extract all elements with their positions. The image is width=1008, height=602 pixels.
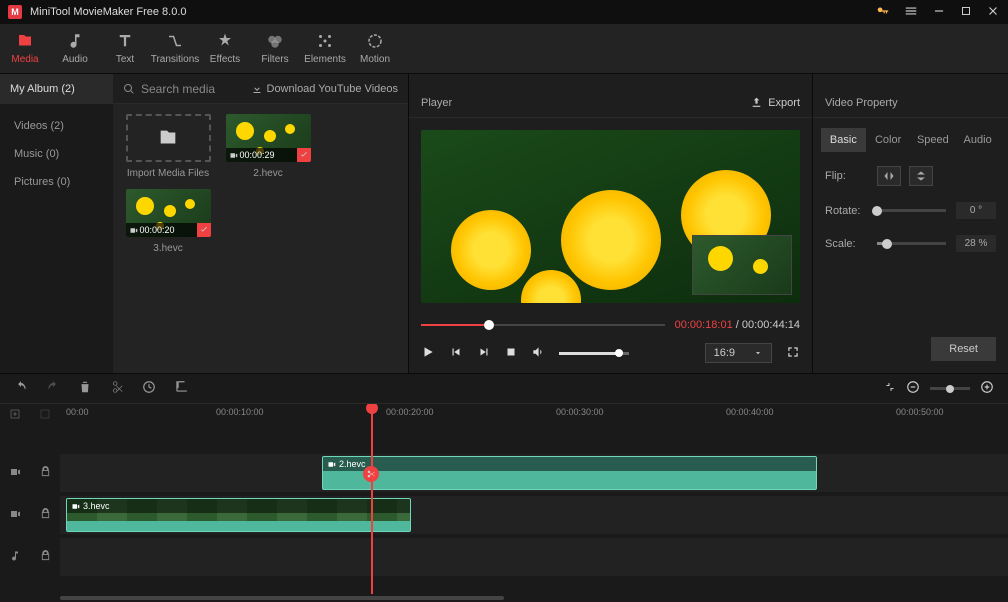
video-icon: [129, 226, 138, 235]
app-logo: M: [8, 5, 22, 19]
video-track-icon: [9, 466, 21, 481]
fit-to-screen-icon[interactable]: [884, 381, 896, 396]
zoom-in-button[interactable]: [980, 380, 994, 397]
video-track-icon: [9, 508, 21, 523]
export-button[interactable]: Export: [750, 96, 800, 109]
prev-frame-button[interactable]: [449, 345, 463, 362]
flip-label: Flip:: [825, 170, 867, 182]
license-key-icon[interactable]: [876, 4, 890, 21]
track-row[interactable]: [60, 538, 1008, 576]
download-icon: [251, 83, 263, 95]
play-button[interactable]: [421, 345, 435, 362]
maximize-icon[interactable]: [960, 5, 972, 20]
picture-in-picture: [692, 235, 792, 295]
sidebar-item-music[interactable]: Music (0): [0, 140, 113, 168]
lock-button[interactable]: [40, 508, 51, 522]
fullscreen-button[interactable]: [786, 345, 800, 362]
stop-button[interactable]: [505, 346, 517, 361]
album-tab[interactable]: My Album (2): [0, 74, 113, 103]
volume-slider[interactable]: [559, 352, 629, 355]
properties-panel: Video Property Basic Color Speed Audio F…: [813, 74, 1008, 373]
zoom-slider[interactable]: [930, 387, 970, 390]
timeline: 00:00 00:00:10:00 00:00:20:00 00:00:30:0…: [0, 373, 1008, 602]
chevron-down-icon: [753, 348, 763, 358]
close-icon[interactable]: [986, 4, 1000, 21]
tool-media[interactable]: Media: [0, 24, 50, 73]
media-panel: My Album (2) Search media Download YouTu…: [0, 74, 409, 373]
scale-value[interactable]: 28 %: [956, 235, 996, 252]
tool-transitions[interactable]: Transitions: [150, 24, 200, 73]
props-title: Video Property: [825, 97, 898, 109]
split-marker-icon[interactable]: [363, 466, 379, 482]
download-youtube-link[interactable]: Download YouTube Videos: [241, 83, 409, 95]
tool-audio[interactable]: Audio: [50, 24, 100, 73]
rotate-label: Rotate:: [825, 205, 867, 217]
aspect-ratio-select[interactable]: 16:9: [705, 343, 772, 363]
redo-button[interactable]: [46, 380, 60, 397]
check-icon: [297, 148, 311, 162]
flip-horizontal-button[interactable]: [877, 166, 901, 186]
flip-vertical-button[interactable]: [909, 166, 933, 186]
tab-basic[interactable]: Basic: [821, 128, 866, 152]
scale-slider[interactable]: [877, 242, 946, 245]
speed-button[interactable]: [142, 380, 156, 397]
playhead[interactable]: [371, 404, 373, 594]
audio-track-icon: [9, 550, 21, 565]
timeline-clip[interactable]: 3.hevc: [66, 498, 411, 532]
main-toolbar: Media Audio Text Transitions Effects Fil…: [0, 24, 1008, 74]
track-row[interactable]: 3.hevc: [60, 496, 1008, 534]
delete-button[interactable]: [78, 380, 92, 397]
timeline-ruler[interactable]: 00:00 00:00:10:00 00:00:20:00 00:00:30:0…: [60, 404, 1008, 426]
sidebar-item-videos[interactable]: Videos (2): [0, 112, 113, 140]
export-icon: [750, 96, 763, 109]
tab-color[interactable]: Color: [866, 128, 911, 152]
search-icon: [123, 83, 135, 95]
timeline-scrollbar[interactable]: [0, 594, 1008, 602]
player-preview[interactable]: [421, 130, 800, 303]
media-clip[interactable]: 00:00:20 3.hevc: [123, 189, 213, 254]
scale-label: Scale:: [825, 238, 867, 250]
volume-button[interactable]: [531, 345, 545, 362]
sidebar-item-pictures[interactable]: Pictures (0): [0, 168, 113, 196]
crop-button[interactable]: [174, 380, 188, 397]
tab-audio[interactable]: Audio: [955, 128, 1000, 152]
tool-filters[interactable]: Filters: [250, 24, 300, 73]
zoom-out-button[interactable]: [906, 380, 920, 397]
minimize-icon[interactable]: [932, 4, 946, 21]
tool-elements[interactable]: Elements: [300, 24, 350, 73]
tab-speed[interactable]: Speed: [911, 128, 956, 152]
tool-motion[interactable]: Motion: [350, 24, 400, 73]
add-track-button[interactable]: [9, 408, 21, 423]
player-panel: Player Export 00:00:18:01 / 00:00:44:14: [409, 74, 813, 373]
seek-bar[interactable]: 00:00:18:01 / 00:00:44:14: [421, 315, 800, 335]
rotate-slider[interactable]: [877, 209, 946, 212]
search-input[interactable]: Search media: [113, 82, 241, 96]
time-display: 00:00:18:01 / 00:00:44:14: [675, 319, 800, 331]
titlebar: M MiniTool MovieMaker Free 8.0.0: [0, 0, 1008, 24]
split-button[interactable]: [110, 380, 124, 397]
player-title: Player: [421, 97, 452, 109]
app-title: MiniTool MovieMaker Free 8.0.0: [30, 6, 187, 18]
track-row[interactable]: 2.hevc: [60, 454, 1008, 492]
collapse-button[interactable]: [39, 408, 51, 423]
menu-icon[interactable]: [904, 4, 918, 21]
tool-effects[interactable]: Effects: [200, 24, 250, 73]
lock-button[interactable]: [40, 466, 51, 480]
undo-button[interactable]: [14, 380, 28, 397]
media-clip[interactable]: 00:00:29 2.hevc: [223, 114, 313, 179]
timeline-clip[interactable]: 2.hevc: [322, 456, 817, 490]
import-media-card[interactable]: Import Media Files: [123, 114, 213, 179]
media-thumbnails: Import Media Files 00:00:29 2.hevc 00:00…: [113, 104, 408, 373]
tool-text[interactable]: Text: [100, 24, 150, 73]
next-frame-button[interactable]: [477, 345, 491, 362]
video-icon: [229, 151, 238, 160]
media-sidebar: Videos (2) Music (0) Pictures (0): [0, 104, 113, 373]
timeline-tracks[interactable]: 00:00 00:00:10:00 00:00:20:00 00:00:30:0…: [60, 404, 1008, 594]
reset-button[interactable]: Reset: [931, 337, 996, 361]
rotate-value[interactable]: 0 °: [956, 202, 996, 219]
lock-button[interactable]: [40, 550, 51, 564]
check-icon: [197, 223, 211, 237]
folder-icon: [157, 127, 179, 149]
